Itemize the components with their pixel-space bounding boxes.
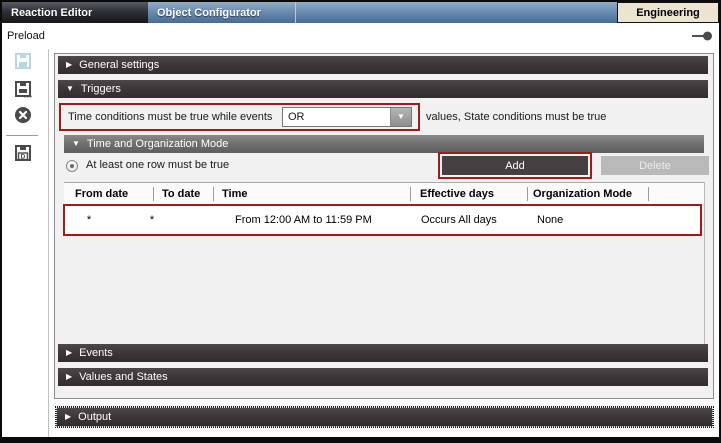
table-row[interactable]: * * From 12:00 AM to 11:59 PM Occurs All… — [63, 204, 702, 236]
section-label: Output — [78, 411, 111, 423]
chevron-right-icon: ▶ — [66, 373, 72, 381]
engineering-mode-button[interactable]: Engineering — [617, 2, 719, 23]
column-separator — [527, 187, 528, 201]
section-general-settings[interactable]: ▶ General settings — [58, 56, 708, 74]
section-label: Events — [79, 347, 113, 359]
column-header-organization-mode: Organization Mode — [533, 183, 632, 205]
save-as-icon[interactable] — [14, 80, 32, 98]
section-label: General settings — [79, 59, 159, 71]
column-separator — [213, 187, 214, 201]
save-data-badge: D — [21, 154, 26, 161]
titlebar-fill — [296, 2, 617, 23]
column-separator — [153, 187, 154, 201]
chevron-down-icon: ▼ — [66, 85, 74, 93]
cell-from-date: * — [79, 206, 99, 234]
chevron-down-icon: ▼ — [72, 140, 80, 148]
section-time-and-organization-mode[interactable]: ▼ Time and Organization Mode — [64, 135, 704, 153]
at-least-one-row-radio[interactable] — [66, 160, 78, 172]
tab-label: Object Configurator — [157, 7, 261, 19]
cancel-icon[interactable] — [14, 106, 32, 124]
save-icon[interactable] — [14, 52, 32, 70]
section-label: Values and States — [79, 371, 167, 383]
trigger-condition-highlight: Time conditions must be true while event… — [59, 103, 420, 131]
radio-dot — [70, 164, 74, 168]
tab-reaction-editor[interactable]: Reaction Editor — [2, 2, 148, 23]
section-values-and-states[interactable]: ▶ Values and States — [58, 368, 708, 386]
titlebar: Reaction Editor Object Configurator Engi… — [2, 2, 719, 23]
cell-effective-days: Occurs All days — [421, 206, 497, 234]
section-label: Time and Organization Mode — [87, 138, 228, 150]
tab-object-configurator[interactable]: Object Configurator — [148, 2, 295, 23]
toolbar-separator — [6, 135, 38, 136]
reaction-editor-window: Reaction Editor Object Configurator Engi… — [0, 0, 721, 443]
column-header-from-date: From date — [75, 183, 128, 205]
output-bar: ▶ Output — [56, 407, 713, 427]
column-separator — [410, 187, 411, 201]
column-header-time: Time — [222, 183, 247, 205]
object-name-label: Preload — [7, 23, 45, 49]
cell-organization-mode: None — [537, 206, 563, 234]
section-label: Triggers — [81, 83, 121, 95]
toolbar-vertical-separator — [48, 49, 49, 437]
operator-value: OR — [288, 108, 305, 126]
object-header-row: Preload — [2, 23, 719, 49]
radio-label: At least one row must be true — [86, 153, 229, 177]
pin-icon[interactable] — [691, 31, 713, 41]
chevron-right-icon: ▶ — [65, 413, 71, 421]
column-header-to-date: To date — [162, 183, 200, 205]
add-button[interactable]: Add — [442, 156, 588, 175]
section-output[interactable]: ▶ Output — [55, 406, 714, 428]
dropdown-arrow-icon: ▼ — [390, 108, 411, 126]
editor-panel: ▶ General settings ▼ Triggers Time condi… — [54, 53, 714, 399]
condition-text-after: values, State conditions must be true — [426, 103, 606, 131]
column-header-effective-days: Effective days — [420, 183, 494, 205]
condition-text-before: Time conditions must be true while event… — [68, 105, 272, 129]
cell-to-date: * — [142, 206, 162, 234]
column-separator — [648, 187, 649, 201]
delete-button[interactable]: Delete — [601, 156, 709, 175]
section-events[interactable]: ▶ Events — [58, 344, 708, 362]
tab-label: Reaction Editor — [11, 7, 92, 19]
cell-time: From 12:00 AM to 11:59 PM — [235, 206, 372, 234]
table-right-border — [704, 182, 705, 344]
section-triggers[interactable]: ▼ Triggers — [58, 80, 708, 98]
operator-dropdown[interactable]: OR ▼ — [282, 107, 412, 127]
add-button-highlight: Add — [438, 152, 592, 179]
chevron-right-icon: ▶ — [66, 61, 72, 69]
table-header-row: From date To date Time Effective days Or… — [64, 183, 704, 205]
save-data-icon[interactable]: D — [14, 144, 32, 162]
chevron-right-icon: ▶ — [66, 349, 72, 357]
